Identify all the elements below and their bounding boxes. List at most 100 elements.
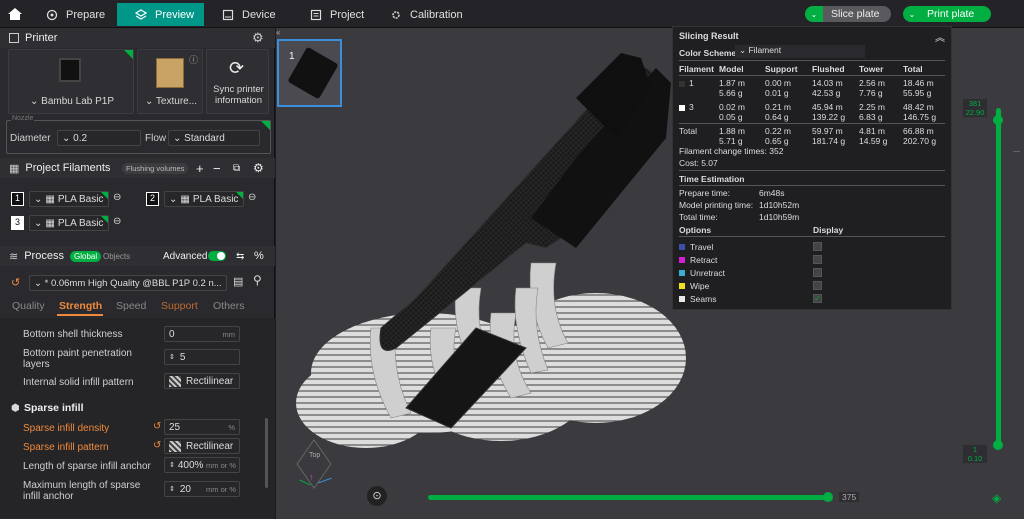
param-spinner[interactable]: ⇕ 20 mm or % — [164, 481, 240, 497]
remove-icon[interactable]: − — [213, 161, 221, 176]
options-label: Options — [679, 225, 712, 235]
process-section-header: ≋ Process Global Objects Advanced ⇆ % — [0, 246, 275, 266]
table-cell: 6.83 g — [859, 112, 883, 122]
process-tabs: Quality Strength Speed Support Others — [0, 296, 275, 316]
tab-strength[interactable]: Strength — [59, 300, 102, 312]
tab-support[interactable]: Support — [161, 300, 198, 312]
flushing-volumes-button[interactable]: Flushing volumes — [122, 162, 189, 174]
tab-label: Project — [330, 8, 365, 21]
table-cell: 0.64 g — [765, 112, 789, 122]
sync-printer-button[interactable]: ⟳ Sync printer information — [206, 49, 269, 114]
pattern-icon — [169, 440, 181, 452]
process-title: Process — [24, 250, 64, 262]
filament-item[interactable]: 2 ⌄ ▦ PLA Basic ⊖ — [146, 191, 266, 208]
option-label: Retract — [690, 255, 718, 265]
add-icon[interactable]: + — [196, 161, 204, 176]
nozzle-group: Nozzle Diameter ⌄ 0.2 Flow ⌄ Standard — [6, 115, 271, 154]
display-checkbox[interactable] — [813, 255, 822, 264]
plate-thumbnail[interactable]: 1 — [277, 39, 342, 107]
tab-project[interactable]: Project — [310, 3, 380, 26]
table-cell: 0.65 g — [765, 136, 789, 146]
tab-preview[interactable]: Preview — [117, 3, 204, 26]
save-preset-icon[interactable]: ▤ — [233, 275, 243, 288]
param-spinner[interactable]: ⇕ 5 — [164, 349, 240, 365]
tab-calibration[interactable]: Calibration — [390, 3, 480, 26]
reset-icon[interactable]: ↺ — [153, 440, 161, 451]
slice-label: Slice plate — [831, 8, 880, 20]
param-input[interactable]: 25% — [164, 419, 240, 435]
print-plate-button[interactable]: ⌄ Print plate — [903, 6, 991, 22]
remove-filament-icon[interactable]: ⊖ — [248, 192, 256, 203]
pattern-select[interactable]: Rectilinear — [164, 373, 240, 389]
diameter-label: Diameter — [10, 133, 51, 144]
filament-settings-icon[interactable]: ⚙ — [253, 161, 264, 175]
filament-item[interactable]: 1 ⌄ ▦ PLA Basic ⊖ — [11, 191, 131, 208]
process-preset-select[interactable]: ⌄ * 0.06mm High Quality @BBL P1P 0.2 n..… — [29, 275, 227, 291]
color-scheme-select[interactable]: ⌄ Filament — [735, 45, 865, 58]
param-scrollbar[interactable] — [265, 418, 268, 488]
compare-icon[interactable]: ⇆ — [236, 251, 244, 262]
remove-filament-icon[interactable]: ⊖ — [113, 216, 121, 227]
advanced-switch[interactable] — [208, 251, 226, 261]
objects-toggle[interactable]: Objects — [103, 252, 130, 261]
param-spinner[interactable]: ⇕ 400% mm or % — [164, 457, 240, 473]
sync-icon: ⟳ — [229, 58, 245, 78]
search-icon[interactable]: ⚲ — [253, 273, 262, 287]
slice-dropdown[interactable]: ⌄ — [805, 6, 823, 22]
filament-select[interactable]: ⌄ ▦ PLA Basic — [29, 191, 109, 207]
collapse-icon[interactable]: « — [276, 28, 280, 37]
divider — [679, 123, 945, 124]
layer-slider[interactable] — [996, 108, 1001, 448]
diameter-select[interactable]: ⌄ 0.2 — [57, 130, 141, 146]
collapse-panel-icon[interactable]: ︽ — [935, 29, 945, 44]
sidebar: Printer ⚙ ⌄ Bambu Lab P1P ⓘ ⌄ Texture...… — [0, 28, 275, 519]
layer-top-handle[interactable] — [993, 115, 1003, 125]
display-checkbox[interactable] — [813, 268, 822, 277]
filament-select[interactable]: ⌄ ▦ PLA Basic — [164, 191, 244, 207]
layers-icon[interactable]: ◈ — [992, 491, 1001, 505]
percent-icon[interactable]: % — [254, 250, 264, 262]
gear-icon[interactable]: ⚙ — [252, 30, 264, 46]
flow-select[interactable]: ⌄ Standard — [168, 130, 260, 146]
option-label: Seams — [690, 294, 717, 304]
printer-name[interactable]: ⌄ Bambu Lab P1P — [9, 96, 135, 107]
filament-item[interactable]: 3 ⌄ ▦ PLA Basic ⊖ — [11, 215, 131, 232]
table-cell: 0.21 m — [765, 102, 791, 112]
global-toggle[interactable]: Global — [70, 250, 102, 262]
scheme-header-underline — [679, 60, 945, 61]
view-cube[interactable]: Top ↑ — [289, 439, 339, 496]
pattern-select[interactable]: Rectilinear — [164, 438, 240, 454]
tab-device[interactable]: Device — [222, 3, 292, 26]
reset-icon[interactable]: ↺ — [153, 421, 161, 432]
horizontal-move-slider[interactable] — [428, 495, 832, 500]
display-checkbox[interactable] — [813, 281, 822, 290]
tab-others[interactable]: Others — [213, 300, 245, 312]
tab-prepare[interactable]: Prepare — [40, 3, 115, 26]
home-icon[interactable] — [6, 5, 24, 23]
tab-quality[interactable]: Quality — [12, 300, 45, 312]
remove-filament-icon[interactable]: ⊖ — [113, 192, 121, 203]
move-slider-handle[interactable] — [823, 492, 833, 502]
layer-bottom-handle[interactable] — [993, 440, 1003, 450]
param-label: Maximum length of sparse infill anchor — [23, 480, 141, 502]
table-cell: 14.59 g — [859, 136, 888, 146]
param-label: Sparse infill density — [23, 423, 110, 434]
selected-marker — [124, 50, 133, 59]
print-dropdown[interactable]: ⌄ — [903, 10, 921, 19]
plate-number: 1 — [289, 51, 295, 62]
reset-icon[interactable]: ↺ — [11, 276, 20, 289]
info-icon[interactable]: ⓘ — [189, 53, 198, 66]
display-checkbox[interactable] — [813, 242, 822, 251]
display-checkbox[interactable]: ✓ — [813, 294, 822, 303]
param-input[interactable]: 0 mm — [164, 326, 240, 342]
filament-select[interactable]: ⌄ ▦ PLA Basic — [29, 215, 109, 231]
filament-swatch — [679, 104, 685, 111]
plate-select-card[interactable]: ⓘ ⌄ Texture... — [137, 49, 203, 114]
tab-speed[interactable]: Speed — [116, 300, 146, 312]
plate-name[interactable]: ⌄ Texture... — [138, 96, 204, 107]
table-cell: 0.00 m — [765, 78, 791, 88]
slice-plate-button[interactable]: ⌄ Slice plate — [805, 6, 891, 22]
printer-select-card[interactable]: ⌄ Bambu Lab P1P — [8, 49, 134, 114]
screenshot-icon[interactable]: ⊙ — [367, 486, 387, 506]
sync-ams-icon[interactable]: ⧉ — [233, 163, 240, 174]
